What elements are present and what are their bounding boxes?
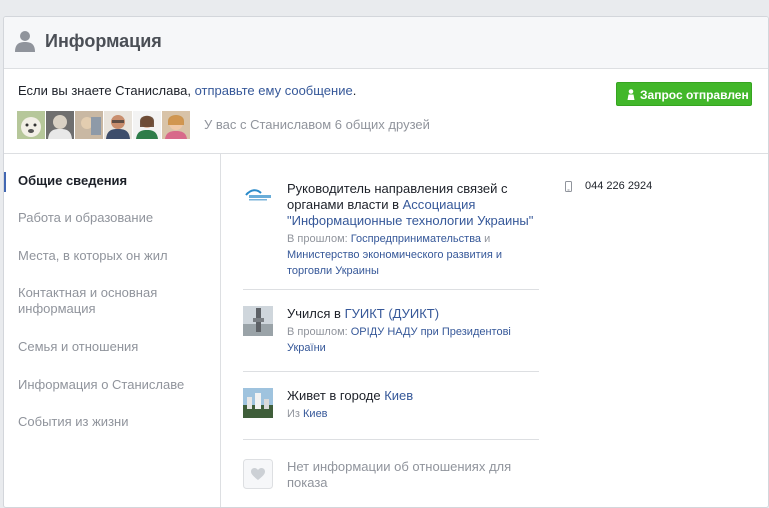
divider — [243, 289, 539, 290]
city-title-text: Живет в городе — [287, 388, 385, 403]
heart-icon — [243, 459, 273, 489]
friend-request-bar: Если вы знаете Станислава, отправьте ему… — [4, 69, 768, 154]
city-photo-icon[interactable] — [243, 388, 273, 418]
divider — [243, 439, 539, 440]
tab-places-lived[interactable]: Места, в которых он жил — [18, 248, 208, 264]
friend-avatar[interactable] — [75, 111, 103, 139]
work-entry: Руководитель направления связей с органа… — [243, 181, 539, 277]
phone-number[interactable]: 044 226 2924 — [585, 180, 652, 192]
relationship-entry: Нет информации об отношениях для показа — [243, 459, 539, 499]
mobile-phone-icon — [565, 181, 572, 192]
person-icon — [627, 89, 635, 100]
divider — [243, 371, 539, 372]
current-city-link[interactable]: Киев — [384, 388, 413, 403]
tab-life-events[interactable]: События из жизни — [18, 414, 208, 430]
about-header: Информация — [4, 17, 768, 69]
user-silhouette-icon — [15, 31, 35, 52]
organization-logo-icon[interactable] — [243, 181, 273, 211]
hometown: Из Киев — [287, 406, 537, 422]
tab-details-about[interactable]: Информация о Станиславе — [18, 377, 208, 393]
past-label: В прошлом: — [287, 326, 351, 338]
work-text: Руководитель направления связей с органа… — [287, 181, 537, 279]
friend-avatar[interactable] — [133, 111, 161, 139]
tab-family-and-relationships[interactable]: Семья и отношения — [18, 339, 208, 355]
tab-contact-and-basic-info[interactable]: Контактная и основная информация — [18, 285, 208, 317]
hometown-link[interactable]: Киев — [303, 408, 328, 420]
tab-work-and-education[interactable]: Работа и образование — [18, 210, 208, 226]
relationship-text: Нет информации об отношениях для показа — [287, 459, 537, 491]
friend-avatar[interactable] — [46, 111, 74, 139]
city-title: Живет в городе Киев — [287, 388, 537, 404]
message-prompt: Если вы знаете Станислава, отправьте ему… — [18, 83, 356, 98]
active-tab-marker — [4, 172, 6, 192]
school-photo-icon[interactable] — [243, 306, 273, 336]
message-prompt-text: Если вы знаете Станислава, — [18, 83, 195, 98]
relationship-status: Нет информации об отношениях для показа — [287, 459, 512, 490]
mutual-friends-count[interactable]: У вас с Станиславом 6 общих друзей — [204, 117, 430, 132]
about-card: Информация Если вы знаете Станислава, от… — [3, 16, 769, 508]
work-title: Руководитель направления связей с органа… — [287, 181, 537, 229]
friend-avatar[interactable] — [162, 111, 190, 139]
education-past: В прошлом: ОРІДУ НАДУ при Президентові У… — [287, 324, 537, 356]
work-past: В прошлом: Госпредпринимательства и Мини… — [287, 231, 537, 279]
education-entry: Учился в ГУИКТ (ДУИКТ) В прошлом: ОРІДУ … — [243, 306, 539, 356]
city-entry: Живет в городе Киев Из Киев — [243, 388, 539, 428]
education-text: Учился в ГУИКТ (ДУИКТ) В прошлом: ОРІДУ … — [287, 306, 537, 356]
friend-avatar[interactable] — [104, 111, 132, 139]
tab-overview[interactable]: Общие сведения — [18, 173, 208, 189]
send-message-link[interactable]: отправьте ему сообщение — [195, 83, 353, 98]
school-link[interactable]: ГУИКТ (ДУИКТ) — [345, 306, 440, 321]
from-label: Из — [287, 408, 304, 420]
about-sidebar: Общие сведения Работа и образование Мест… — [4, 154, 221, 507]
past-label: В прошлом: — [287, 233, 351, 245]
past-employer-link[interactable]: Министерство экономического развития и т… — [287, 249, 502, 277]
city-text: Живет в городе Киев Из Киев — [287, 388, 537, 422]
past-employer-link[interactable]: Госпредпринимательства — [351, 233, 481, 245]
past-and: и — [481, 233, 491, 245]
page-title: Информация — [45, 31, 162, 51]
education-title-text: Учился в — [287, 306, 345, 321]
friend-avatar[interactable] — [17, 111, 45, 139]
message-prompt-end: . — [352, 83, 357, 98]
education-title: Учился в ГУИКТ (ДУИКТ) — [287, 306, 537, 322]
overview-content: Руководитель направления связей с органа… — [221, 154, 768, 507]
request-sent-label: Запрос отправлен — [640, 88, 749, 102]
request-sent-button[interactable]: Запрос отправлен — [616, 82, 752, 106]
